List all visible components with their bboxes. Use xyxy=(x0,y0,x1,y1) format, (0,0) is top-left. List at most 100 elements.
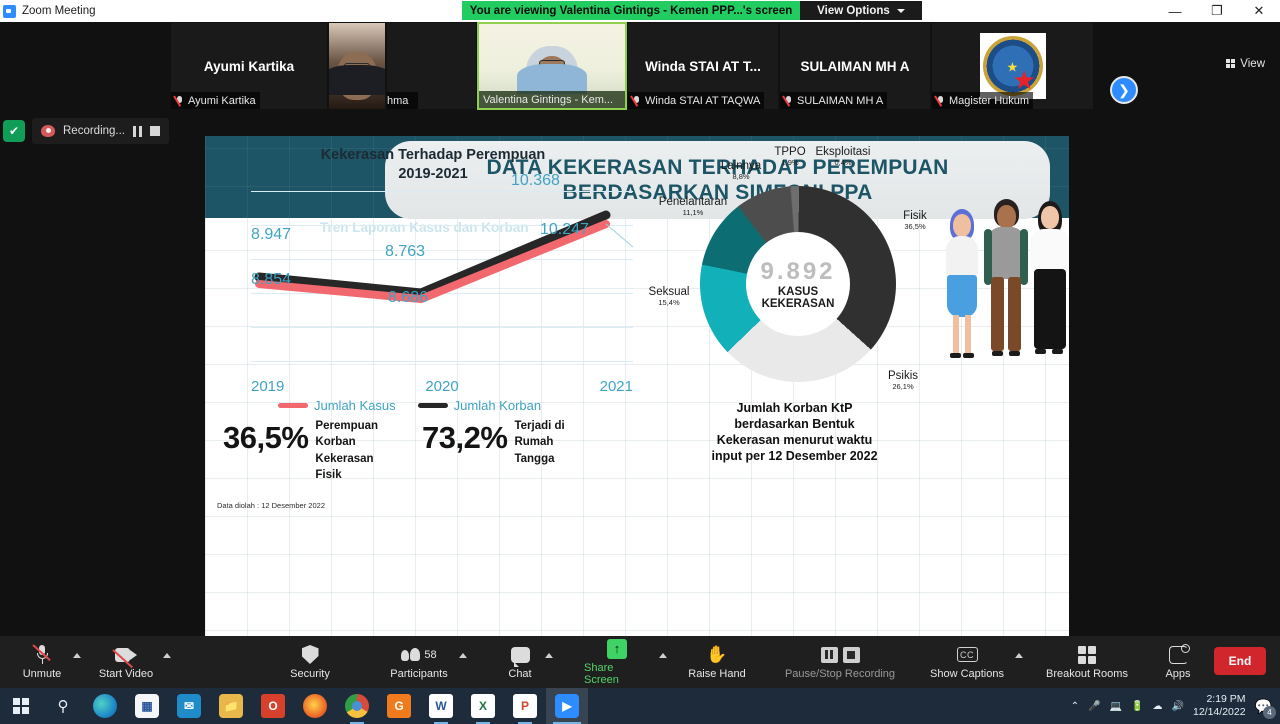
taskbar-app-microsoft-powerpoint[interactable]: P xyxy=(504,688,546,724)
line-label-kasus-2020: 8.686 xyxy=(388,289,429,306)
view-options-label: View Options xyxy=(817,4,890,17)
show-captions-button[interactable]: CC Show Captions xyxy=(922,636,1012,688)
participants-options-button[interactable] xyxy=(456,636,470,688)
donut-caption-line-4: input per 12 Desember 2022 xyxy=(711,449,878,463)
stop-recording-button[interactable] xyxy=(150,126,161,136)
close-button[interactable]: ✕ xyxy=(1238,0,1280,22)
donut-label-tppo: TPPO 1,9% xyxy=(768,146,812,168)
chat-options-button[interactable] xyxy=(542,636,556,688)
chevron-up-icon xyxy=(73,652,81,658)
stat-1-desc-line-3: Kekerasan xyxy=(315,452,374,465)
line-label-korban-2021: 10.368 xyxy=(511,172,560,189)
stop-icon xyxy=(842,646,860,663)
screen-share-banner: You are viewing Valentina Gintings - Kem… xyxy=(462,1,800,20)
breakout-rooms-icon xyxy=(1078,644,1096,665)
pause-stop-recording-button[interactable]: Pause/Stop Recording xyxy=(772,636,908,688)
tray-chevron-up-icon[interactable]: ⌃ xyxy=(1071,701,1079,712)
line-chart-legend: Jumlah Kasus Jumlah Korban xyxy=(278,398,541,413)
taskbar-clock[interactable]: 2:19 PM 12/14/2022 xyxy=(1193,693,1246,719)
taskbar-app-file-explorer[interactable]: 📁 xyxy=(210,688,252,724)
participant-name-bar: Yulia Rahma xyxy=(387,92,418,109)
participant-tile-winda-stai-at-taqwa[interactable]: Winda STAI AT T... Winda STAI AT TAQWA xyxy=(627,22,779,110)
participant-tile-ayumi-kartika[interactable]: Ayumi Kartika Ayumi Kartika xyxy=(170,22,328,110)
chat-label: Chat xyxy=(508,668,532,680)
view-layout-button[interactable]: View xyxy=(1221,54,1270,73)
donut-label-lainnya: Lainnya 8,8% xyxy=(714,160,768,182)
pause-recording-button[interactable] xyxy=(133,125,143,137)
stat-2-desc-line-2: Rumah xyxy=(514,436,554,449)
end-meeting-button[interactable]: End xyxy=(1214,647,1266,675)
view-options-button[interactable]: View Options xyxy=(800,1,922,20)
participants-button[interactable]: 58 Participants xyxy=(382,636,456,688)
start-button[interactable] xyxy=(0,688,42,724)
video-body xyxy=(329,65,385,95)
donut-label-penelantaran: Penelantaran 11,1% xyxy=(647,196,739,218)
notification-center-button[interactable]: 💬 4 xyxy=(1255,698,1276,719)
unmute-button[interactable]: Unmute xyxy=(14,636,70,688)
taskbar-app-microsoft-word[interactable]: W xyxy=(420,688,462,724)
window-title-bar: Zoom Meeting You are viewing Valentina G… xyxy=(0,0,1280,22)
video-options-button[interactable] xyxy=(160,636,174,688)
tray-volume-icon[interactable]: 🔊 xyxy=(1172,701,1184,712)
zoom-taskbar-icon: ▶ xyxy=(555,694,579,718)
legend-item-jumlah-korban: Jumlah Korban xyxy=(417,398,541,413)
illustration-figure-2 xyxy=(983,199,1029,359)
taskbar-app-microsoft-store[interactable]: ▦ xyxy=(126,688,168,724)
tray-microphone-icon[interactable]: 🎤 xyxy=(1088,701,1100,712)
tray-display-icon[interactable]: 💻 xyxy=(1110,701,1122,712)
start-video-button[interactable]: Start Video xyxy=(92,636,160,688)
captions-options-button[interactable] xyxy=(1012,636,1026,688)
stat-block-2: 73,2% Terjadi di Rumah Tangga xyxy=(422,418,565,488)
taskbar-search-button[interactable]: ⚲ xyxy=(42,688,84,724)
recording-dot-icon xyxy=(41,125,55,137)
pause-icon xyxy=(820,646,838,663)
window-controls: — ❐ ✕ xyxy=(1154,0,1280,22)
chat-button[interactable]: Chat xyxy=(498,636,542,688)
minimize-button[interactable]: — xyxy=(1154,0,1196,22)
share-options-button[interactable] xyxy=(656,636,670,688)
recording-indicator: Recording... xyxy=(32,118,170,144)
taskbar-app-gom-player[interactable]: G xyxy=(378,688,420,724)
security-button[interactable]: Security xyxy=(282,636,338,688)
share-screen-button[interactable]: ↑ Share Screen xyxy=(578,636,656,688)
notification-badge: 4 xyxy=(1263,705,1276,719)
taskbar-app-mail[interactable]: ✉ xyxy=(168,688,210,724)
participant-tile-sulaiman-mh-a[interactable]: SULAIMAN MH A SULAIMAN MH A xyxy=(779,22,931,110)
next-participants-page-button[interactable]: ❯ xyxy=(1110,76,1138,104)
participant-tile-magister-hukum[interactable]: ★ ★ Magister Hukum xyxy=(931,22,1094,110)
apps-button[interactable]: Apps xyxy=(1154,636,1202,688)
taskbar-app-microsoft-edge[interactable] xyxy=(84,688,126,724)
raise-hand-label: Raise Hand xyxy=(688,668,746,680)
tray-wifi-icon[interactable]: ☁ xyxy=(1153,701,1163,712)
yellow-star-icon: ★ xyxy=(1006,59,1019,75)
raise-hand-button[interactable]: ✋ Raise Hand xyxy=(682,636,752,688)
taskbar-app-microsoft-excel[interactable]: X xyxy=(462,688,504,724)
slide-statistics: 36,5% Perempuan Korban Kekerasan Fisik 7… xyxy=(223,418,643,488)
microphone-muted-icon xyxy=(175,95,184,107)
participant-tile-valentina-gintings[interactable]: Valentina Gintings - Kem... xyxy=(477,22,627,110)
donut-label-fisik-percent: 36,5% xyxy=(904,222,926,232)
recording-bar: ✔ Recording... xyxy=(0,118,206,144)
participant-tile-yulia-rahma[interactable] xyxy=(328,22,386,110)
tray-battery-icon[interactable]: 🔋 xyxy=(1131,701,1143,712)
taskbar-app-zoom[interactable]: ▶ xyxy=(546,688,588,724)
recording-label: Recording... xyxy=(63,125,126,137)
search-icon: ⚲ xyxy=(57,698,69,715)
maximize-restore-button[interactable]: ❐ xyxy=(1196,0,1238,22)
apps-label: Apps xyxy=(1165,668,1191,680)
taskbar-app-google-chrome[interactable] xyxy=(336,688,378,724)
audio-options-button[interactable] xyxy=(70,636,84,688)
stat-1-desc-line-2: Korban xyxy=(315,436,356,449)
taskbar-app-firefox[interactable] xyxy=(294,688,336,724)
microphone-muted-icon xyxy=(632,95,641,107)
chevron-right-icon: ❯ xyxy=(1118,81,1130,98)
x-tick-2021: 2021 xyxy=(599,378,633,395)
breakout-rooms-button[interactable]: Breakout Rooms xyxy=(1036,636,1138,688)
participant-name-bar: Valentina Gintings - Kem... xyxy=(479,91,625,108)
shield-check-icon[interactable]: ✔ xyxy=(3,120,25,142)
microphone-muted-icon xyxy=(936,95,945,107)
participant-tile-yulia-rahma-label[interactable]: Yulia Rahma xyxy=(386,22,477,110)
chevron-up-icon xyxy=(1015,652,1023,658)
shared-screen-area[interactable]: DATA KEKERASAN TERHADAP PEREMPUAN BERDAS… xyxy=(205,110,1069,660)
taskbar-app-microsoft-office[interactable]: O xyxy=(252,688,294,724)
